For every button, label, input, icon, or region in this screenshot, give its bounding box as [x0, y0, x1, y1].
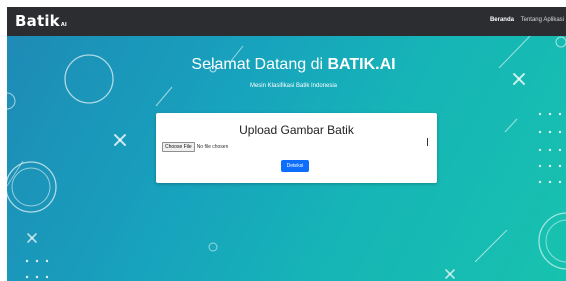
file-status: No file chosen	[196, 144, 229, 150]
brand-logo[interactable]: BatikAI	[15, 12, 67, 30]
text-cursor	[427, 138, 428, 146]
ring-decoration	[538, 212, 566, 270]
choose-file-button[interactable]: Choose File	[162, 142, 195, 152]
cross-decoration	[114, 134, 126, 146]
hero-subtitle: Mesin Klasifikasi Batik Indonesia	[249, 83, 338, 89]
nav-links: Beranda Tentang Aplikasi	[485, 17, 564, 23]
ring-decoration	[555, 36, 566, 48]
ring-decoration	[7, 161, 57, 213]
deteksi-button[interactable]: Deteksi	[281, 160, 309, 172]
upload-card: Upload Gambar Batik Choose File No file c…	[156, 113, 437, 183]
navbar: BatikAI Beranda Tentang Aplikasi	[7, 7, 566, 36]
cross-decoration	[445, 269, 455, 279]
hero-title-highlight: BATIK.AI	[327, 56, 396, 73]
ring-decoration	[11, 167, 51, 207]
line-decoration	[474, 229, 508, 263]
cross-decoration	[27, 233, 37, 243]
nav-link-tentang-aplikasi[interactable]: Tentang Aplikasi	[521, 17, 564, 23]
nav-link-beranda[interactable]: Beranda	[490, 17, 514, 23]
dot-grid-decoration	[538, 112, 562, 184]
hero-title-prefix: Selamat Datang di	[191, 56, 328, 73]
dot-grid-decoration	[25, 259, 49, 279]
file-input[interactable]: Choose File No file chosen	[162, 142, 228, 152]
ring-decoration	[7, 92, 16, 110]
brand-suffix: AI	[60, 22, 67, 28]
ring-decoration	[545, 219, 566, 263]
brand-name: Batik	[15, 12, 60, 30]
line-decoration	[155, 86, 173, 107]
browser-viewport: BatikAI Beranda Tentang Aplikasi Selamat…	[7, 7, 566, 281]
line-decoration	[504, 118, 518, 133]
ring-decoration	[208, 242, 218, 252]
upload-title: Upload Gambar Batik	[239, 123, 354, 137]
hero-title: Selamat Datang di BATIK.AI	[7, 56, 566, 74]
hero-section: Selamat Datang di BATIK.AI Mesin Klasifi…	[7, 36, 566, 281]
